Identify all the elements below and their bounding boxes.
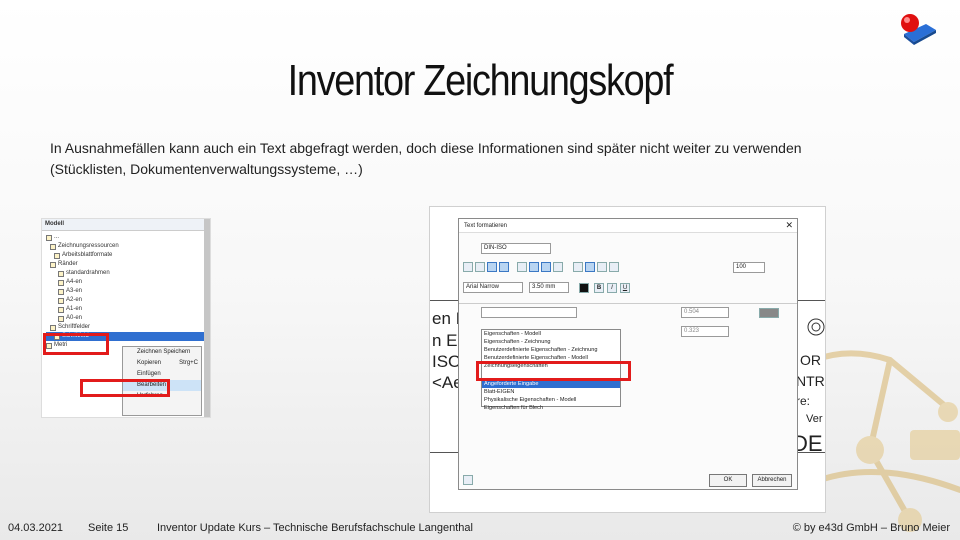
toolbar-button[interactable] <box>475 262 485 272</box>
value-field-b[interactable]: 0.323 <box>681 326 729 337</box>
tree-node-icon <box>58 306 64 313</box>
property-dropdown-button[interactable] <box>759 308 779 318</box>
dropdown-option[interactable]: Blatt-EIGEN <box>482 388 620 396</box>
dialog-title: Text formatieren <box>459 219 797 233</box>
tree-item[interactable]: Ränder <box>46 260 204 269</box>
red-highlight-schriftfelder <box>43 333 109 355</box>
tree-node-icon <box>58 288 64 295</box>
tree-item[interactable]: Arbeitsblattformate <box>46 251 204 260</box>
tree-item[interactable]: A3-en <box>46 287 204 296</box>
toolbar-button[interactable] <box>499 262 509 272</box>
type-select[interactable] <box>481 307 577 318</box>
tree-item-label: Arbeitsblattformate <box>62 252 113 258</box>
spacing-input[interactable]: 100 <box>733 262 765 273</box>
cad-label: ISO <box>432 352 462 371</box>
ok-button[interactable]: OK <box>709 474 747 487</box>
tree-item[interactable]: A2-en <box>46 296 204 305</box>
tree-item[interactable]: A0-en <box>46 314 204 323</box>
tree-item-label: A3-en <box>66 288 83 294</box>
underline-button[interactable]: U <box>620 283 630 293</box>
cad-label: NTR <box>796 373 825 389</box>
ctx-item-copy[interactable]: Kopieren Strg+C <box>123 358 201 369</box>
tree-item-label: A2-en <box>66 297 83 303</box>
tree-item[interactable]: standardrahmen <box>46 269 204 278</box>
red-highlight-angeforderte-eingabe <box>476 361 631 381</box>
dropdown-option[interactable]: Angeforderte Eingabe <box>482 380 620 388</box>
company-logo-icon <box>901 14 936 45</box>
cad-label: OR <box>800 352 821 368</box>
size-select[interactable]: 3.50 mm <box>529 282 569 293</box>
toolbar-button[interactable] <box>541 262 551 272</box>
tree-header: Modell <box>42 219 204 231</box>
tree-node-icon <box>50 243 56 250</box>
tree-item-label: Ränder <box>58 261 78 267</box>
toolbar-button[interactable] <box>609 262 619 272</box>
toolbar-button[interactable] <box>517 262 527 272</box>
tree-node-icon <box>58 279 64 286</box>
dropdown-option[interactable]: Eigenschaften - Zeichnung <box>482 338 620 346</box>
tree-item-label: ... <box>54 234 60 240</box>
toolbar-button[interactable] <box>585 262 595 272</box>
dropdown-option[interactable]: Benutzerdefinierte Eigenschaften - Zeich… <box>482 346 620 354</box>
tree-node-icon <box>50 261 56 268</box>
ctx-copy-shortcut: Strg+C <box>179 360 198 366</box>
color-swatch[interactable] <box>579 283 589 293</box>
footer-course: Inventor Update Kurs – Technische Berufs… <box>157 522 473 534</box>
close-icon[interactable]: ✕ <box>785 220 793 231</box>
tree-item[interactable]: A1-en <box>46 305 204 314</box>
dropdown-option[interactable]: Physikalische Eigenschaften - Modell <box>482 396 620 404</box>
bold-button[interactable]: B <box>594 283 604 293</box>
font-select[interactable]: Arial Narrow <box>463 282 523 293</box>
tree-item-label: A0-en <box>66 315 83 321</box>
tree-node-icon <box>58 315 64 322</box>
slide-title: Inventor Zeichnungskopf <box>287 56 674 105</box>
cad-label: re: <box>796 394 811 408</box>
cancel-button[interactable]: Abbrechen <box>752 474 792 487</box>
tree-item-label: Zeichnungsressourcen <box>58 243 119 249</box>
tree-node-icon <box>58 270 64 277</box>
toolbar-button[interactable] <box>573 262 583 272</box>
tree-node-icon <box>58 297 64 304</box>
tree-item[interactable]: A4-en <box>46 278 204 287</box>
dialog-divider <box>459 303 797 304</box>
tree-item-label: A4-en <box>66 279 83 285</box>
tree-node-icon <box>50 324 56 331</box>
italic-button[interactable]: I <box>607 283 617 293</box>
help-icon[interactable] <box>463 475 473 485</box>
dropdown-option[interactable]: Eigenschaften für Blech <box>482 404 620 412</box>
ctx-copy-label: Kopieren <box>137 360 162 366</box>
footer-date: 04.03.2021 <box>8 522 64 534</box>
tree-node-icon <box>46 234 52 241</box>
tree-item-label: Schriftfelder <box>58 324 91 330</box>
intro-text: In Ausnahmefällen kann auch ein Text abg… <box>50 140 802 177</box>
footer-copyright: © by e43d GmbH – Bruno Meier <box>792 522 950 534</box>
red-highlight-bearbeiten <box>80 379 170 397</box>
ctx-item-save[interactable]: Zeichnen Speichern <box>123 347 201 358</box>
toolbar-button[interactable] <box>529 262 539 272</box>
value-field-a[interactable]: 0.504 <box>681 307 729 318</box>
tree-item[interactable]: ... <box>46 233 204 242</box>
tree-item-label: standardrahmen <box>66 270 110 276</box>
tree-item[interactable]: Schriftfelder <box>46 323 204 332</box>
tree-item[interactable]: Zeichnungsressourcen <box>46 242 204 251</box>
cad-label: Ver <box>806 413 823 425</box>
footer-page: Seite 15 <box>88 522 129 534</box>
text-format-dialog: Text formatieren ✕ DIN-ISO 100 Arial Nar… <box>458 218 798 490</box>
toolbar-button[interactable] <box>597 262 607 272</box>
tree-node-icon <box>54 252 60 259</box>
tree-item-label: A1-en <box>66 306 83 312</box>
dropdown-option[interactable]: Eigenschaften - Modell <box>482 330 620 338</box>
cad-circle-icon <box>807 318 825 336</box>
toolbar-button[interactable] <box>553 262 563 272</box>
toolbar-button[interactable] <box>463 262 473 272</box>
style-select[interactable]: DIN-ISO <box>481 243 551 254</box>
toolbar-button[interactable] <box>487 262 497 272</box>
text-format-screenshot: en IS n EN ISO <Aen OR NTR re: Ver DE Te… <box>430 207 825 512</box>
